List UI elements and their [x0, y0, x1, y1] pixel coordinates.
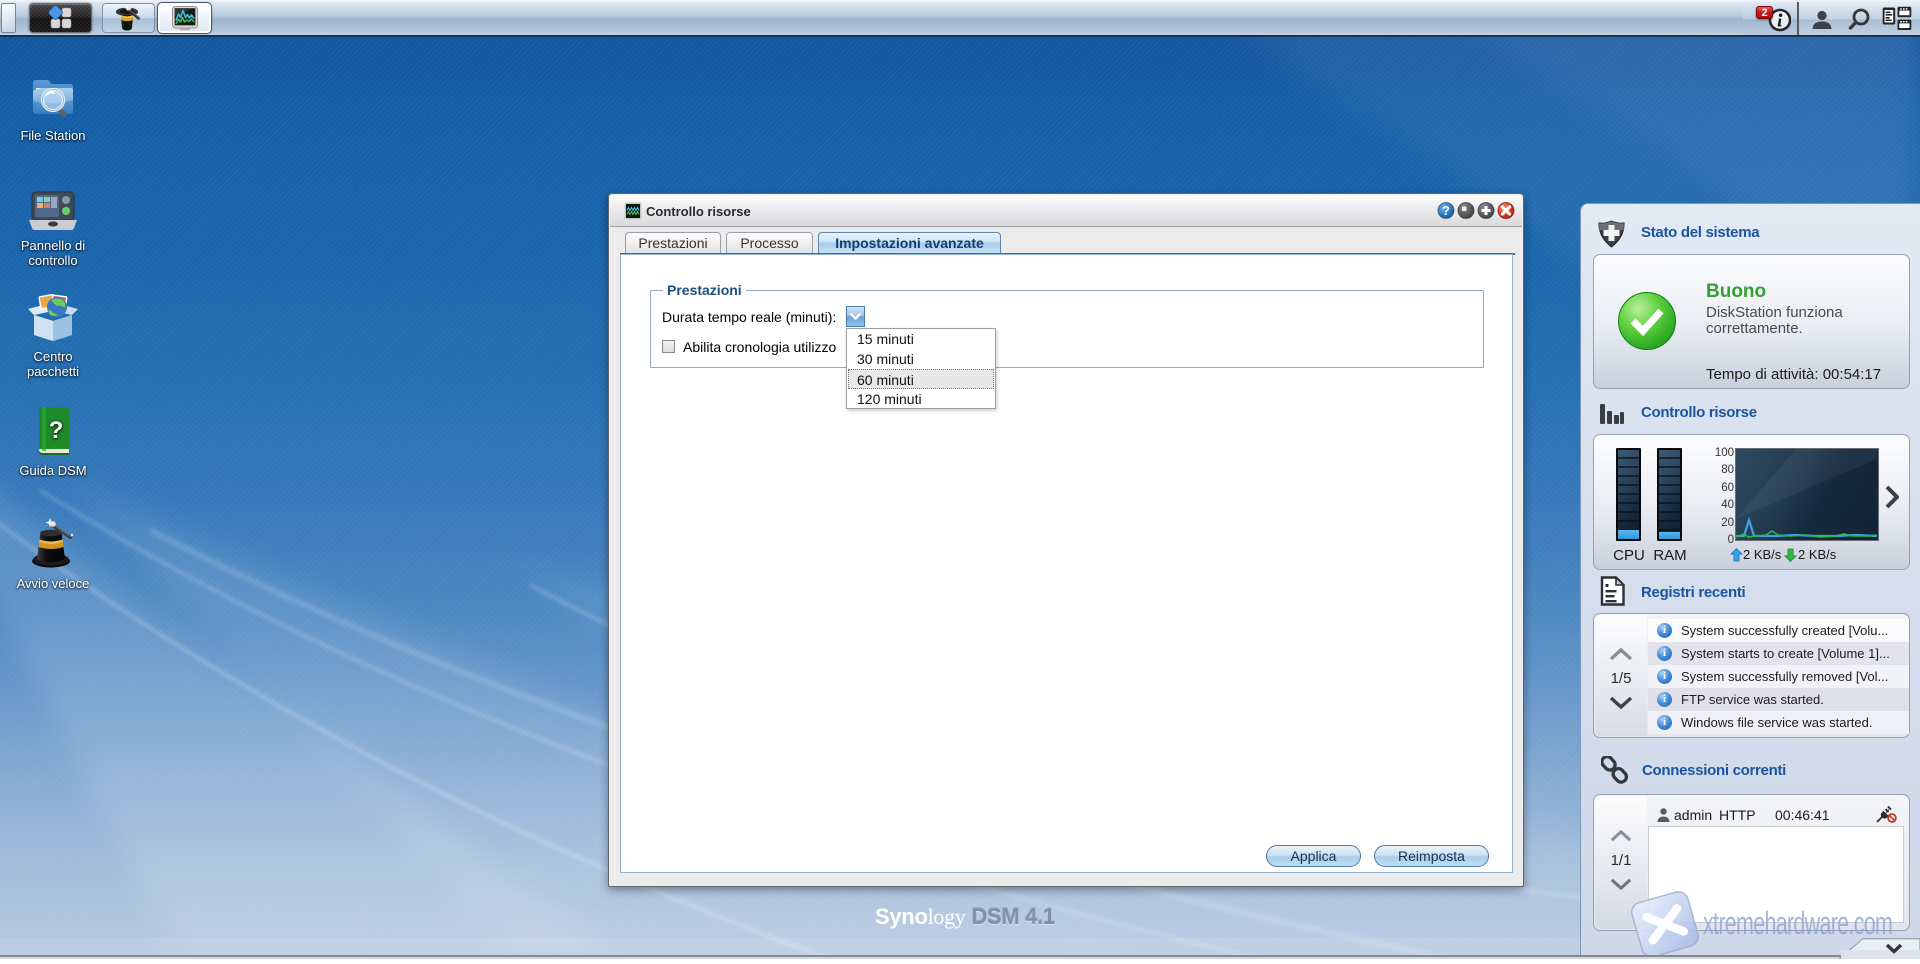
svg-text:?: ?: [49, 417, 64, 444]
svg-text:xtremehardware.com: xtremehardware.com: [1703, 905, 1892, 941]
svg-text:?: ?: [1442, 203, 1450, 218]
